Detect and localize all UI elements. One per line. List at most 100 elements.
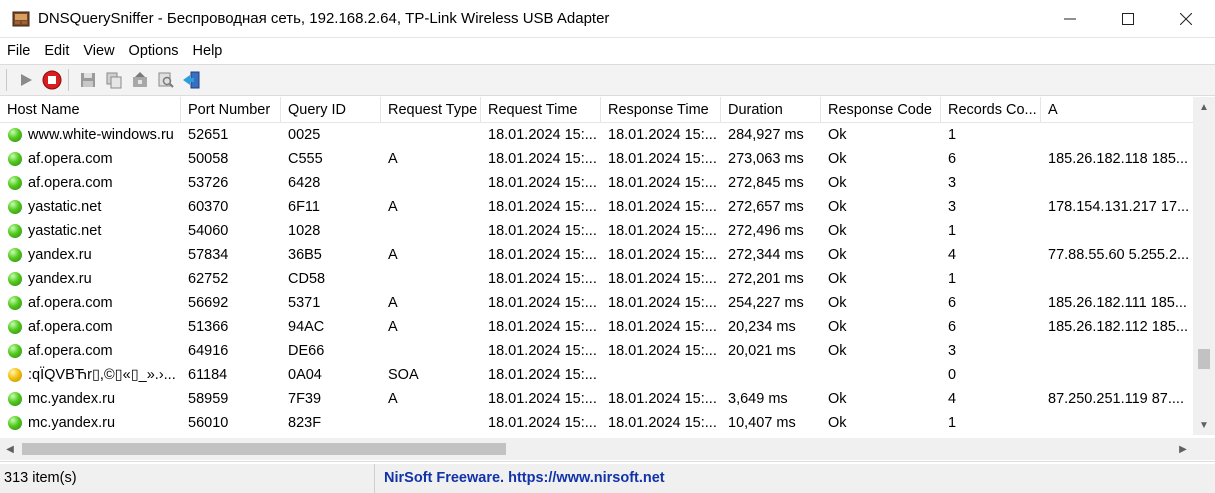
cell-records-count: 1	[948, 415, 957, 431]
vertical-scrollbar[interactable]: ▲ ▼	[1193, 97, 1215, 435]
column-request-time[interactable]: Request Time	[481, 97, 601, 123]
nirsoft-link[interactable]: NirSoft Freeware. https://www.nirsoft.ne…	[375, 464, 665, 493]
cell-query-id: C555	[288, 151, 323, 167]
menu-options[interactable]: Options	[122, 38, 186, 64]
table-row[interactable]: mc.yandex.ru 58959 7F39 A 18.01.2024 15:... 1…	[0, 387, 1193, 411]
scroll-left-icon[interactable]: ◀	[0, 438, 20, 460]
cell-duration: 10,407 ms	[728, 415, 796, 431]
column-port-number[interactable]: Port Number	[181, 97, 281, 123]
cell-request-type: A	[388, 151, 398, 167]
scroll-right-icon[interactable]: ▶	[1173, 438, 1193, 460]
cell-a	[1041, 363, 1193, 387]
cell-records-count: 6	[948, 295, 957, 311]
host-name-text: af.opera.com	[28, 175, 113, 191]
host-name-text: yandex.ru	[28, 247, 92, 263]
toolbar-separator	[6, 69, 12, 91]
cell-request-time: 18.01.2024 15:...	[488, 223, 597, 239]
cell-duration	[721, 363, 821, 387]
host-name-text: mc.yandex.ru	[28, 391, 116, 407]
cell-response-code: Ok	[828, 223, 847, 239]
table-row[interactable]: yastatic.net 60370 6F11 A 18.01.2024 15:... 1…	[0, 195, 1193, 219]
table-row[interactable]: mc.yandex.ru 56010 823F 18.01.2024 15:... 18…	[0, 411, 1193, 435]
host-name-text: www.white-windows.ru	[28, 127, 174, 143]
column-a[interactable]: A	[1041, 97, 1195, 123]
cell-a: 77.88.55.60 5.255.2...	[1048, 247, 1190, 263]
play-icon[interactable]	[14, 68, 38, 92]
cell-host-name: af.opera.com	[0, 171, 181, 195]
find-icon[interactable]	[154, 68, 178, 92]
column-response-time[interactable]: Response Time	[601, 97, 721, 123]
cell-duration: 284,927 ms	[728, 127, 804, 143]
green-status-icon	[8, 392, 22, 406]
cell-records-count: 1	[948, 271, 957, 287]
cell-response-code: Ok	[828, 319, 847, 335]
close-button[interactable]	[1157, 0, 1215, 38]
query-list[interactable]: Host Name Port Number Query ID Request T…	[0, 97, 1215, 462]
table-row[interactable]: af.opera.com 50058 C555 A 18.01.2024 15:... 1…	[0, 147, 1193, 171]
green-status-icon	[8, 296, 22, 310]
stop-icon[interactable]	[40, 68, 64, 92]
cell-response-time: 18.01.2024 15:...	[608, 127, 717, 143]
minimize-button[interactable]	[1041, 0, 1099, 38]
green-status-icon	[8, 248, 22, 262]
cell-request-time: 18.01.2024 15:...	[488, 127, 597, 143]
scroll-corner	[1193, 438, 1215, 460]
column-query-id[interactable]: Query ID	[281, 97, 381, 123]
status-bar: 313 item(s) NirSoft Freeware. https://ww…	[0, 464, 1215, 493]
cell-response-code: Ok	[828, 199, 847, 215]
cell-port-number: 52651	[188, 127, 229, 143]
scroll-up-icon[interactable]: ▲	[1193, 97, 1215, 117]
cell-port-number: 64916	[188, 343, 229, 359]
cell-host-name: mc.yandex.ru	[0, 387, 181, 411]
cell-request-type	[381, 339, 481, 363]
table-row[interactable]: www.white-windows.ru 52651 0025 18.01.2024 …	[0, 123, 1193, 147]
cell-records-count: 1	[948, 127, 957, 143]
cell-host-name: yastatic.net	[0, 195, 181, 219]
cell-response-time: 18.01.2024 15:...	[608, 319, 717, 335]
column-request-type[interactable]: Request Type	[381, 97, 481, 123]
exit-icon[interactable]	[180, 68, 204, 92]
cell-query-id: 6F11	[288, 199, 320, 215]
cell-host-name: :qÏQVBЋr▯,©▯«▯_».›...	[0, 363, 181, 387]
cell-port-number: 51366	[188, 319, 229, 335]
cell-duration: 254,227 ms	[728, 295, 804, 311]
cell-duration: 272,657 ms	[728, 199, 804, 215]
html-report-icon[interactable]	[128, 68, 152, 92]
cell-response-code: Ok	[828, 391, 847, 407]
table-row[interactable]: :qÏQVBЋr▯,©▯«▯_».›... 61184 0A04 SOA 18.01.2…	[0, 363, 1193, 387]
green-status-icon	[8, 272, 22, 286]
horizontal-scroll-thumb[interactable]	[22, 443, 506, 455]
green-status-icon	[8, 344, 22, 358]
cell-a: 185.26.182.111 185...	[1048, 295, 1187, 311]
column-records-count[interactable]: Records Co...	[941, 97, 1041, 123]
cell-port-number: 56692	[188, 295, 229, 311]
horizontal-scrollbar[interactable]: ◀ ▶	[0, 438, 1193, 460]
menu-help[interactable]: Help	[186, 38, 230, 64]
table-row[interactable]: yastatic.net 54060 1028 18.01.2024 15:... 18…	[0, 219, 1193, 243]
table-row[interactable]: yandex.ru 57834 36B5 A 18.01.2024 15:... 18.0…	[0, 243, 1193, 267]
cell-duration: 272,201 ms	[728, 271, 804, 287]
column-duration[interactable]: Duration	[721, 97, 821, 123]
cell-host-name: af.opera.com	[0, 339, 181, 363]
cell-request-time: 18.01.2024 15:...	[488, 295, 597, 311]
table-row[interactable]: af.opera.com 64916 DE66 18.01.2024 15:... 18…	[0, 339, 1193, 363]
column-host-name[interactable]: Host Name	[0, 97, 181, 123]
table-row[interactable]: yandex.ru 62752 CD58 18.01.2024 15:... 18.01…	[0, 267, 1193, 291]
table-row[interactable]: af.opera.com 56692 5371 A 18.01.2024 15:... 1…	[0, 291, 1193, 315]
cell-request-time: 18.01.2024 15:...	[488, 415, 597, 431]
save-icon[interactable]	[76, 68, 100, 92]
vertical-scroll-thumb[interactable]	[1198, 349, 1210, 369]
cell-host-name: www.white-windows.ru	[0, 123, 181, 147]
maximize-button[interactable]	[1099, 0, 1157, 38]
table-row[interactable]: af.opera.com 53726 6428 18.01.2024 15:... 18…	[0, 171, 1193, 195]
menu-edit[interactable]: Edit	[37, 38, 76, 64]
table-row[interactable]: af.opera.com 51366 94AC A 18.01.2024 15:... 1…	[0, 315, 1193, 339]
cell-request-type: SOA	[388, 367, 419, 383]
cell-response-code: Ok	[828, 247, 847, 263]
cell-host-name: yandex.ru	[0, 243, 181, 267]
column-response-code[interactable]: Response Code	[821, 97, 941, 123]
scroll-down-icon[interactable]: ▼	[1193, 415, 1215, 435]
menu-view[interactable]: View	[76, 38, 121, 64]
copy-icon[interactable]	[102, 68, 126, 92]
menu-file[interactable]: File	[0, 38, 37, 64]
